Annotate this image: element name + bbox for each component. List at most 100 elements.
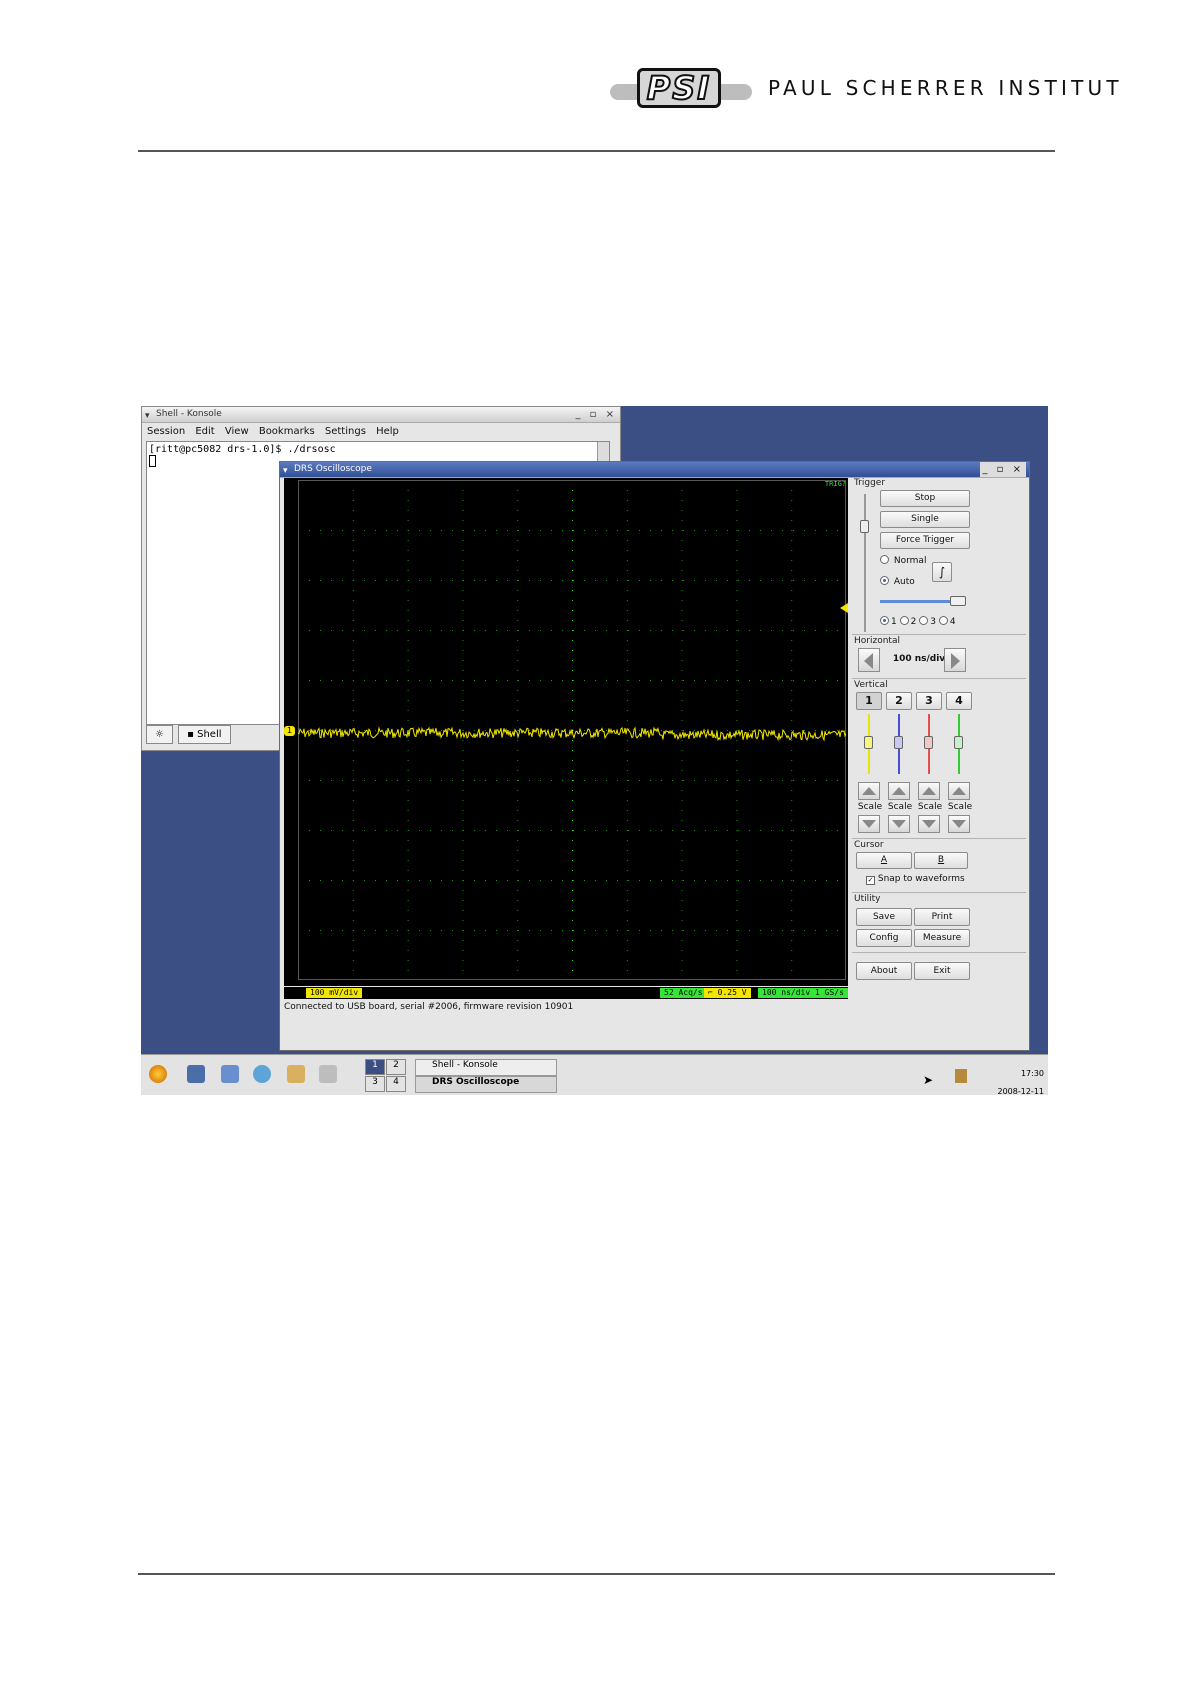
channel-3-offset-knob[interactable] bbox=[924, 736, 933, 749]
single-button[interactable]: Single bbox=[880, 511, 970, 528]
trigger-slope-button[interactable]: ∫ bbox=[932, 562, 952, 582]
trigger-position-knob[interactable] bbox=[860, 520, 869, 533]
channel-1-button[interactable]: 1 bbox=[856, 692, 882, 710]
show-desktop-icon[interactable] bbox=[187, 1065, 205, 1083]
channel-2-scale-down[interactable] bbox=[888, 815, 910, 833]
scope-display[interactable]: TRIG? 1 bbox=[284, 478, 848, 986]
channel-2-scale-up[interactable] bbox=[888, 782, 910, 800]
task-shell-konsole[interactable]: Shell - Konsole bbox=[415, 1059, 557, 1076]
timebase-decrease-button[interactable] bbox=[858, 648, 880, 672]
menu-bookmarks[interactable]: Bookmarks bbox=[259, 426, 315, 437]
print-button[interactable]: Print bbox=[914, 908, 970, 926]
channel-4-scale-down[interactable] bbox=[948, 815, 970, 833]
channel-2-button[interactable]: 2 bbox=[886, 692, 912, 710]
tab-shell[interactable]: ▪ Shell bbox=[178, 725, 231, 744]
radio-auto[interactable] bbox=[880, 576, 889, 585]
menu-help[interactable]: Help bbox=[376, 426, 399, 437]
grid-dot bbox=[474, 730, 475, 731]
channel-1-scale-down[interactable] bbox=[858, 815, 880, 833]
task-drs-oscilloscope[interactable]: DRS Oscilloscope bbox=[415, 1076, 557, 1093]
trigger-level-marker[interactable] bbox=[840, 603, 848, 613]
channel-4-button[interactable]: 4 bbox=[946, 692, 972, 710]
kde-menu-icon[interactable] bbox=[149, 1065, 167, 1083]
trigger-source-radio-4[interactable] bbox=[938, 616, 948, 625]
cursor-a-button[interactable]: A bbox=[856, 852, 912, 869]
konsole-titlebar[interactable]: ▾ Shell - Konsole _ ▫ × bbox=[142, 407, 620, 423]
grid-dot bbox=[617, 930, 618, 931]
menu-session[interactable]: Session bbox=[147, 426, 185, 437]
grid-dot bbox=[639, 930, 640, 931]
grid-dot bbox=[584, 930, 585, 931]
trigger-position-track[interactable] bbox=[864, 494, 866, 632]
desktop-1-button[interactable]: 1 bbox=[365, 1059, 385, 1075]
channel-3-scale-up[interactable] bbox=[918, 782, 940, 800]
window-controls[interactable]: _ ▫ × bbox=[980, 462, 1026, 477]
grid-dot bbox=[352, 710, 354, 711]
grid-dot bbox=[626, 920, 628, 921]
network-icon[interactable] bbox=[221, 1065, 239, 1083]
trigger-source-radio-1[interactable] bbox=[880, 616, 889, 625]
channel-1-offset-knob[interactable] bbox=[864, 736, 873, 749]
grid-dot bbox=[771, 880, 772, 881]
clipboard-icon[interactable] bbox=[955, 1069, 967, 1083]
save-button[interactable]: Save bbox=[856, 908, 912, 926]
grid-dot bbox=[441, 580, 442, 581]
about-button[interactable]: About bbox=[856, 962, 912, 980]
window-menu-icon[interactable]: ▾ bbox=[283, 464, 288, 479]
grid-dot bbox=[485, 830, 486, 831]
grid-dot bbox=[804, 830, 805, 831]
desktop-2-button[interactable]: 2 bbox=[386, 1059, 406, 1075]
editor-icon[interactable] bbox=[319, 1065, 337, 1083]
channel-1-marker[interactable]: 1 bbox=[284, 726, 295, 736]
menu-edit[interactable]: Edit bbox=[195, 426, 214, 437]
cursor-b-button[interactable]: B bbox=[914, 852, 968, 869]
grid-dot bbox=[791, 490, 793, 491]
channel-3-scale-down[interactable] bbox=[918, 815, 940, 833]
snap-to-waveforms[interactable]: ✓ Snap to waveforms bbox=[866, 874, 965, 885]
grid-dot bbox=[462, 800, 464, 801]
grid-dot bbox=[517, 720, 519, 721]
grid-dot bbox=[736, 950, 738, 951]
trigger-mode-auto[interactable]: Auto bbox=[880, 576, 915, 587]
grid-dot bbox=[572, 500, 573, 501]
grid-dot bbox=[736, 900, 738, 901]
window-controls[interactable]: _ ▫ × bbox=[575, 407, 617, 422]
snap-checkbox[interactable]: ✓ bbox=[866, 876, 875, 885]
grid-dot bbox=[837, 880, 838, 881]
grid-dot bbox=[529, 830, 530, 831]
menu-view[interactable]: View bbox=[225, 426, 249, 437]
clock[interactable]: 17:30 2008-12-11 bbox=[998, 1065, 1045, 1095]
channel-4-offset-knob[interactable] bbox=[954, 736, 963, 749]
grid-dot bbox=[791, 890, 793, 891]
grid-dot bbox=[661, 830, 662, 831]
menu-settings[interactable]: Settings bbox=[325, 426, 366, 437]
grid-dot bbox=[572, 550, 573, 551]
radio-normal[interactable] bbox=[880, 555, 889, 564]
drs-titlebar[interactable]: ▾ DRS Oscilloscope _ ▫ × bbox=[280, 462, 1029, 478]
trigger-source-radio-3[interactable] bbox=[919, 616, 929, 625]
mail-icon[interactable] bbox=[287, 1065, 305, 1083]
channel-3-button[interactable]: 3 bbox=[916, 692, 942, 710]
grid-dot bbox=[352, 740, 354, 741]
config-button[interactable]: Config bbox=[856, 929, 912, 947]
new-session-icon[interactable]: ☼ bbox=[146, 725, 173, 744]
force-trigger-button[interactable]: Force Trigger bbox=[880, 532, 970, 549]
grid-dot bbox=[342, 830, 343, 831]
trigger-source-radio-2[interactable] bbox=[899, 616, 909, 625]
desktop-4-button[interactable]: 4 bbox=[386, 1076, 406, 1092]
channel-4-scale-up[interactable] bbox=[948, 782, 970, 800]
grid-dot bbox=[782, 880, 783, 881]
desktop-3-button[interactable]: 3 bbox=[365, 1076, 385, 1092]
grid-dot bbox=[661, 580, 662, 581]
timebase-increase-button[interactable] bbox=[944, 648, 966, 672]
channel-2-offset-knob[interactable] bbox=[894, 736, 903, 749]
exit-button[interactable]: Exit bbox=[914, 962, 970, 980]
measure-button[interactable]: Measure bbox=[914, 929, 970, 947]
trigger-mode-normal[interactable]: Normal bbox=[880, 555, 926, 566]
stop-button[interactable]: Stop bbox=[880, 490, 970, 507]
trigger-level-knob[interactable] bbox=[950, 596, 966, 606]
window-menu-icon[interactable]: ▾ bbox=[145, 409, 150, 424]
grid-dot bbox=[419, 630, 420, 631]
browser-icon[interactable] bbox=[253, 1065, 271, 1083]
channel-1-scale-up[interactable] bbox=[858, 782, 880, 800]
